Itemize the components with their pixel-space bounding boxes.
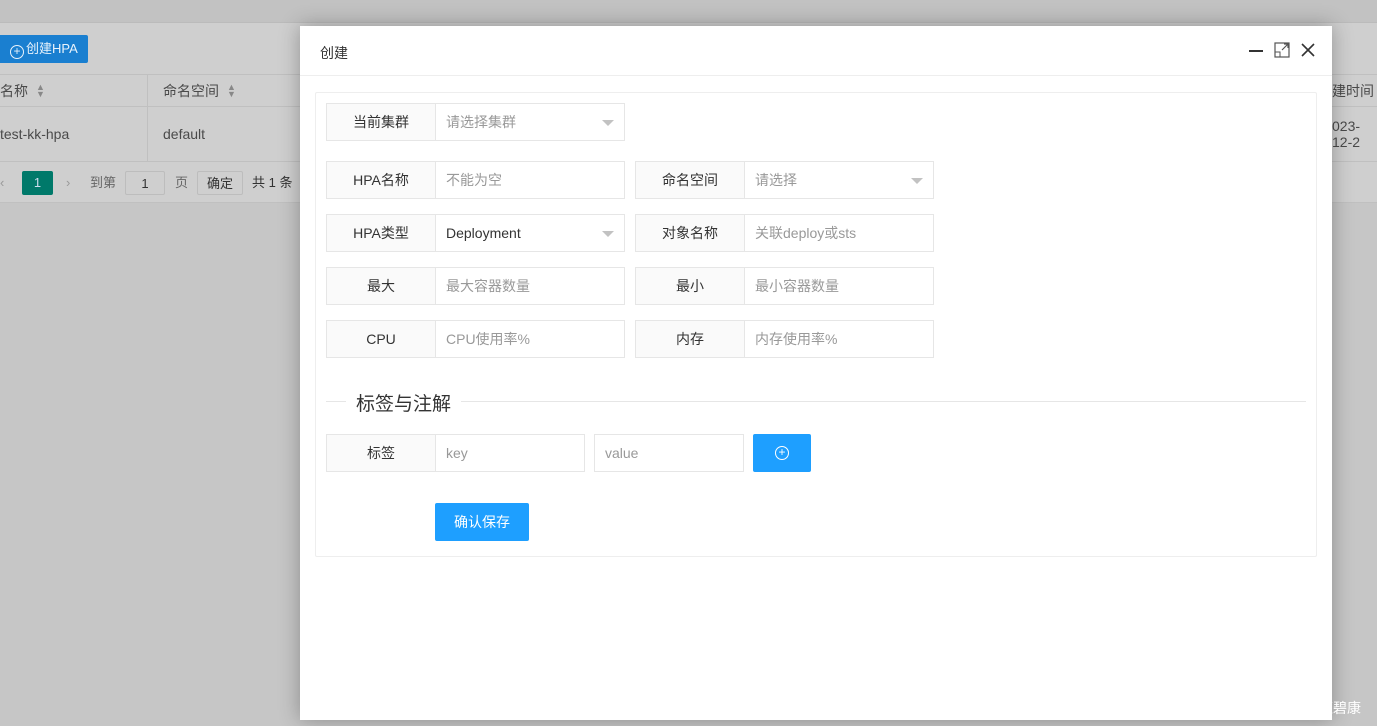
divider [326,401,1306,402]
cluster-select[interactable]: 请选择集群 [436,104,624,140]
dialog-title: 创建 [320,45,348,61]
section-labels-annotations: 标签与注解 [326,389,1306,416]
tag-key-input[interactable]: key [436,435,584,471]
target-name-label: 对象名称 [636,215,745,251]
cluster-field: 当前集群 请选择集群 [326,103,625,141]
max-input[interactable]: 最大容器数量 [436,268,624,304]
create-dialog: 创建 当前集群 请选择集群 HPA名称 不能为空 命名空间 请选择 HPA类型 … [300,26,1332,720]
goto-page-input[interactable]: 1 [125,171,165,195]
target-name-field: 对象名称 关联deploy或sts [635,214,934,252]
plus-circle-icon: + [10,45,24,59]
save-button[interactable]: 确认保存 [435,503,529,541]
close-icon[interactable] [1298,40,1318,60]
sort-icon[interactable]: ▲ ▼ [227,82,236,98]
column-header-created[interactable]: 建时间 [1332,75,1374,106]
total-count: 共 1 条 [252,175,293,190]
page-1[interactable]: 1 [22,171,53,195]
target-name-input[interactable]: 关联deploy或sts [745,215,933,251]
min-input[interactable]: 最小容器数量 [745,268,933,304]
hpa-name-label: HPA名称 [327,162,436,198]
max-field: 最大 最大容器数量 [326,267,625,305]
hpa-type-select[interactable]: Deployment [436,215,624,251]
next-page-icon[interactable]: › [66,171,70,195]
create-form: 当前集群 请选择集群 HPA名称 不能为空 命名空间 请选择 HPA类型 Dep… [315,92,1317,557]
add-tag-button[interactable]: + [753,434,811,472]
memory-label: 内存 [636,321,745,357]
hpa-type-label: HPA类型 [327,215,436,251]
column-header-name[interactable]: 名称 ▲ ▼ [0,75,148,106]
min-field: 最小 最小容器数量 [635,267,934,305]
cpu-field: CPU CPU使用率% [326,320,625,358]
tag-value-input[interactable]: value [595,435,743,471]
cell-created: 023-12-2 [1332,118,1361,150]
watermark: CSDN @汪碧康 [1261,700,1361,716]
cluster-label: 当前集群 [327,104,436,140]
hpa-name-input[interactable]: 不能为空 [436,162,624,198]
hpa-type-field: HPA类型 Deployment [326,214,625,252]
cpu-label: CPU [327,321,436,357]
tag-label: 标签 [327,435,436,471]
minimize-icon[interactable] [1246,40,1266,60]
top-bar [0,0,1377,23]
tag-value-field: value [594,434,744,472]
page-label: 页 [175,175,189,190]
memory-field: 内存 内存使用率% [635,320,934,358]
cpu-input[interactable]: CPU使用率% [436,321,624,357]
goto-label: 到第 [90,175,117,190]
caret-down-icon [602,231,614,237]
namespace-select[interactable]: 请选择 [745,162,933,198]
caret-down-icon [911,178,923,184]
column-header-namespace[interactable]: 命名空间 ▲ ▼ [163,75,236,106]
hpa-type-value: Deployment [446,225,521,241]
namespace-label: 命名空间 [636,162,745,198]
plus-circle-icon: + [775,446,789,460]
namespace-placeholder: 请选择 [755,172,797,188]
memory-input[interactable]: 内存使用率% [745,321,933,357]
sort-icon[interactable]: ▲ ▼ [36,82,45,98]
caret-down-icon [602,120,614,126]
namespace-field: 命名空间 请选择 [635,161,934,199]
hpa-name-field: HPA名称 不能为空 [326,161,625,199]
goto-confirm-button[interactable]: 确定 [197,171,243,195]
cell-name: test-kk-hpa [0,107,148,161]
tag-key-field: 标签 key [326,434,585,472]
maximize-icon[interactable] [1272,40,1292,60]
min-label: 最小 [636,268,745,304]
prev-page-icon[interactable]: ‹ [0,171,4,195]
dialog-header: 创建 [300,26,1332,76]
max-label: 最大 [327,268,436,304]
cell-namespace: default [163,126,206,142]
create-hpa-button[interactable]: + 创建HPA [0,35,88,63]
cluster-placeholder: 请选择集群 [446,114,516,130]
section-title: 标签与注解 [346,389,462,416]
